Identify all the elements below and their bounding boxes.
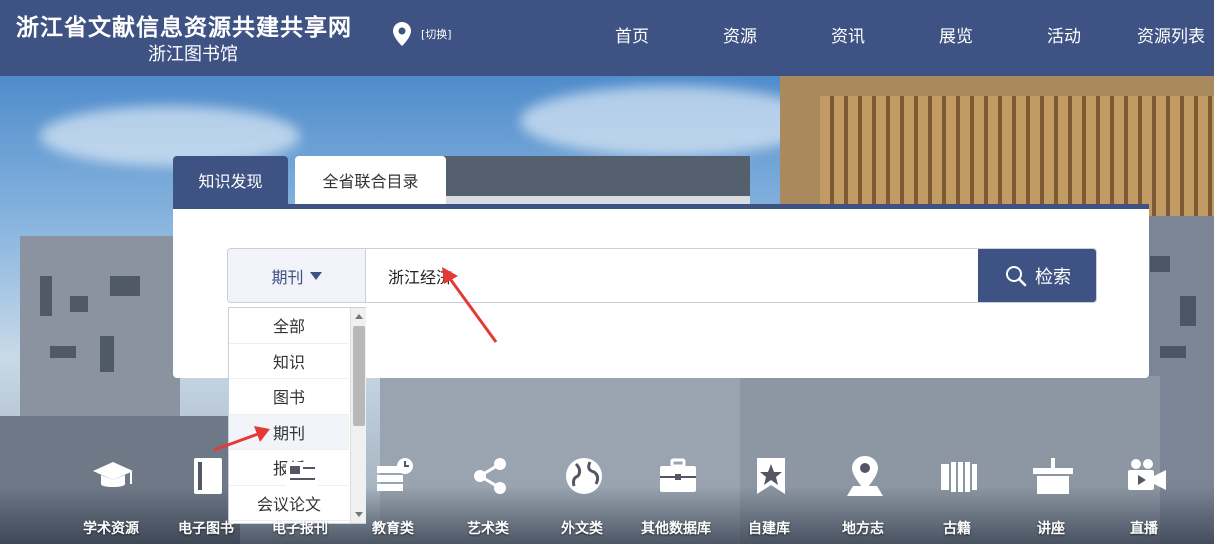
- caret-down-icon: [309, 271, 322, 280]
- graduation-cap-icon: [93, 462, 133, 487]
- category-label: 学术资源: [83, 521, 139, 537]
- category-label: 直播: [1130, 521, 1158, 537]
- search-type-select[interactable]: 期刊: [228, 249, 366, 302]
- lectern-icon: [1033, 458, 1073, 494]
- book-icon: [194, 458, 222, 494]
- category-ebooks[interactable]: 电子图书: [159, 450, 253, 540]
- category-local-chronicles[interactable]: 地方志: [816, 450, 910, 540]
- search-icon: [1006, 265, 1027, 286]
- video-camera-icon: [1128, 459, 1166, 490]
- category-other-databases[interactable]: 其他数据库: [629, 450, 723, 540]
- nav-exhibitions[interactable]: 展览: [939, 22, 973, 47]
- category-label: 地方志: [842, 521, 884, 537]
- ancient-book-icon: [941, 462, 977, 492]
- category-lectures[interactable]: 讲座: [1004, 450, 1098, 540]
- category-ejournals[interactable]: 电子报刊: [253, 450, 347, 540]
- category-label: 教育类: [372, 521, 414, 537]
- main-nav: 首页 资源 资讯 展览 活动 资源列表: [0, 22, 1214, 47]
- scroll-thumb[interactable]: [353, 326, 365, 426]
- category-ancient-books[interactable]: 古籍: [910, 450, 1004, 540]
- category-arts[interactable]: 艺术类: [441, 450, 535, 540]
- site-header: 浙江省文献信息资源共建共享网 浙江图书馆 [切换] 首页 资源 资讯 展览 活动…: [0, 0, 1214, 76]
- category-live[interactable]: 直播: [1097, 450, 1191, 540]
- education-icon: [377, 458, 413, 491]
- newspaper-icon: [286, 462, 318, 490]
- category-label: 讲座: [1037, 521, 1065, 537]
- category-label: 自建库: [748, 521, 790, 537]
- tab-knowledge-discovery[interactable]: 知识发现: [173, 156, 288, 204]
- briefcase-icon: [660, 458, 696, 492]
- dropdown-option-books[interactable]: 图书: [229, 379, 349, 415]
- category-education[interactable]: 教育类: [346, 450, 440, 540]
- search-type-value: 期刊: [271, 267, 304, 287]
- nav-resources[interactable]: 资源: [723, 22, 757, 47]
- category-label: 电子报刊: [272, 521, 328, 537]
- tab-union-catalog[interactable]: 全省联合目录: [295, 156, 446, 204]
- globe-icon: [566, 458, 602, 494]
- category-academic[interactable]: 学术资源: [64, 450, 158, 540]
- category-label: 古籍: [943, 521, 971, 537]
- category-label: 其他数据库: [641, 521, 711, 537]
- dropdown-option-all[interactable]: 全部: [229, 308, 349, 344]
- dropdown-option-knowledge[interactable]: 知识: [229, 344, 349, 379]
- category-self-built[interactable]: 自建库: [722, 450, 816, 540]
- category-label: 外文类: [561, 521, 603, 537]
- share-icon: [474, 458, 506, 494]
- bookmark-star-icon: [757, 458, 785, 494]
- category-foreign[interactable]: 外文类: [535, 450, 629, 540]
- annotation-arrow-icon: [442, 267, 498, 343]
- nav-resource-list[interactable]: 资源列表: [1137, 22, 1205, 47]
- category-label: 艺术类: [467, 521, 509, 537]
- nav-events[interactable]: 活动: [1047, 22, 1081, 47]
- category-label: 电子图书: [178, 521, 234, 537]
- search-bar: 期刊 检索: [227, 248, 1097, 303]
- nav-home[interactable]: 首页: [615, 22, 649, 47]
- search-button[interactable]: 检索: [978, 249, 1096, 302]
- search-button-label: 检索: [1035, 266, 1071, 288]
- nav-news[interactable]: 资讯: [831, 22, 865, 47]
- scroll-up-arrow-icon[interactable]: [355, 314, 363, 319]
- map-pin-icon: [847, 456, 883, 496]
